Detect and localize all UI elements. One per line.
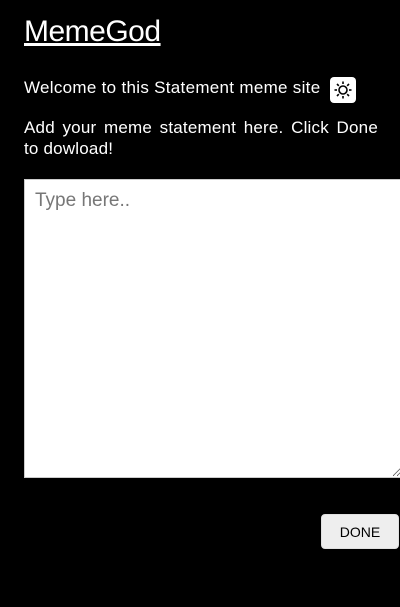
instruction-text: Add your meme statement here. Click Done…: [24, 118, 378, 158]
theme-toggle-button[interactable]: [330, 77, 357, 103]
done-button[interactable]: DONE: [321, 514, 399, 549]
welcome-text: Welcome to this Statement meme site: [24, 78, 321, 97]
sun-icon: [334, 81, 352, 99]
site-title-link[interactable]: MemeGod: [24, 14, 161, 50]
welcome-row: Welcome to this Statement meme site: [24, 73, 378, 103]
meme-statement-input[interactable]: [24, 179, 400, 478]
page: MemeGod Welcome to this Statement meme s…: [0, 0, 400, 607]
